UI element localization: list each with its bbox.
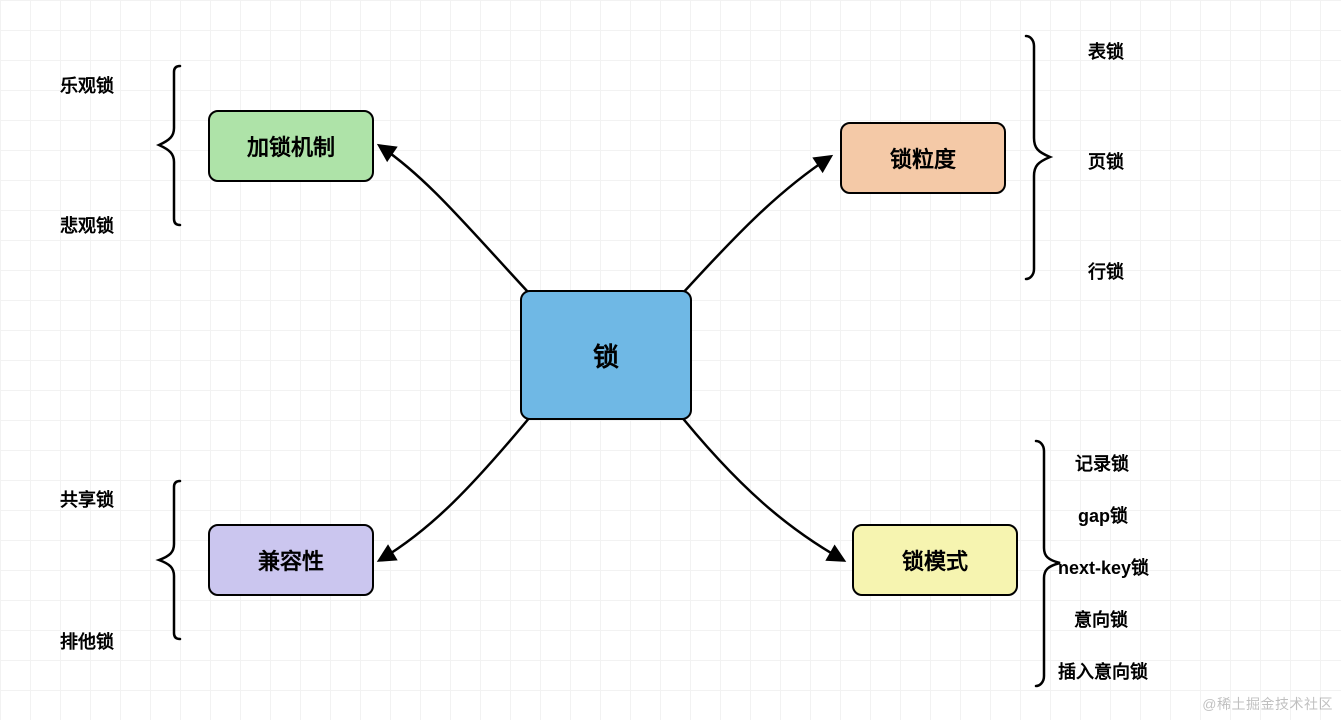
leaf-shared-lock: 共享锁 <box>60 486 114 512</box>
leaf-next-key-lock: next-key锁 <box>1058 554 1149 580</box>
center-label: 锁 <box>593 337 619 374</box>
leaf-intention-lock: 意向锁 <box>1074 606 1128 632</box>
branch-label: 锁模式 <box>902 544 968 576</box>
branch-lock-granularity: 锁粒度 <box>840 122 1006 194</box>
branch-label: 兼容性 <box>258 544 324 576</box>
leaf-row-lock: 行锁 <box>1088 258 1124 284</box>
branch-compatibility: 兼容性 <box>208 524 374 596</box>
branch-lock-mode: 锁模式 <box>852 524 1018 596</box>
branch-label: 加锁机制 <box>247 130 335 162</box>
leaf-optimistic-lock: 乐观锁 <box>60 72 114 98</box>
leaf-page-lock: 页锁 <box>1088 148 1124 174</box>
leaf-insert-intent-lock: 插入意向锁 <box>1058 658 1148 684</box>
leaf-pessimistic-lock: 悲观锁 <box>60 212 114 238</box>
leaf-table-lock: 表锁 <box>1088 38 1124 64</box>
leaf-gap-lock: gap锁 <box>1078 502 1128 528</box>
center-node-lock: 锁 <box>520 290 692 420</box>
branch-lock-mechanism: 加锁机制 <box>208 110 374 182</box>
leaf-record-lock: 记录锁 <box>1075 450 1129 476</box>
watermark: @稀土掘金技术社区 <box>1202 694 1333 714</box>
branch-label: 锁粒度 <box>890 142 956 174</box>
leaf-exclusive-lock: 排他锁 <box>60 628 114 654</box>
